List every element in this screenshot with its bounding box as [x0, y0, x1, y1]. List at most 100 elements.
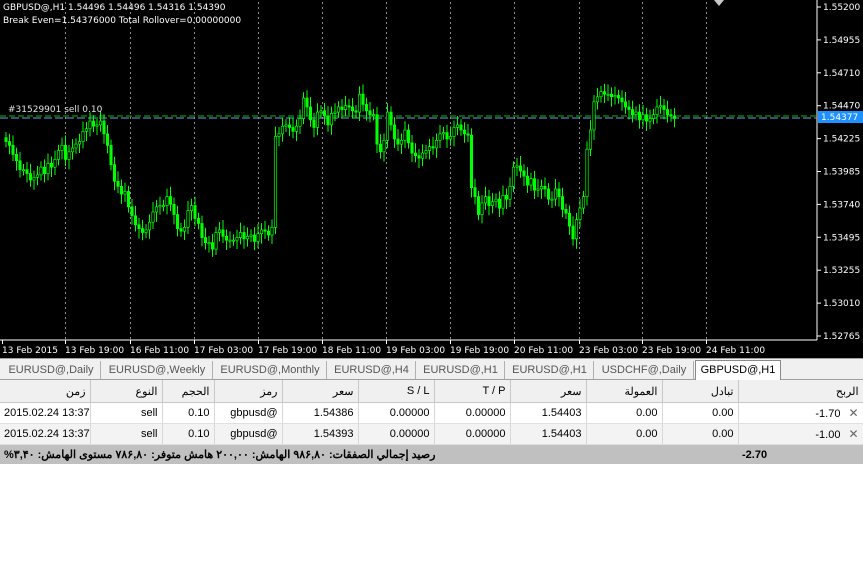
candle-body[interactable] — [119, 186, 124, 195]
candle-body[interactable] — [417, 155, 421, 159]
candle-body[interactable] — [662, 105, 666, 110]
candle-body[interactable] — [305, 97, 309, 108]
candle-body[interactable] — [245, 235, 250, 240]
candle-body[interactable] — [277, 133, 281, 137]
candle-body[interactable] — [91, 120, 96, 127]
candle-body[interactable] — [151, 211, 155, 223]
candle-body[interactable] — [406, 129, 411, 144]
tab-eurusd-h1[interactable]: EURUSD@,H1 — [417, 361, 505, 379]
candle-body[interactable] — [340, 106, 344, 110]
candle-body[interactable] — [280, 125, 285, 135]
candle-body[interactable] — [574, 219, 579, 240]
candle-body[interactable] — [56, 150, 61, 160]
candle-body[interactable] — [368, 110, 372, 116]
chart-shift-marker-icon[interactable] — [714, 0, 724, 6]
candle-body[interactable] — [144, 229, 148, 233]
candle-body[interactable] — [571, 225, 575, 240]
candle-body[interactable] — [315, 111, 320, 128]
candle-body[interactable] — [186, 210, 190, 228]
candle-body[interactable] — [137, 224, 141, 229]
candlestick-chart[interactable]: 13 Feb 2015 13 Feb 19:00 16 Feb 11:00 17 Fe… — [0, 0, 863, 358]
candle-body[interactable] — [473, 187, 477, 197]
candle-body[interactable] — [665, 109, 670, 116]
candle-body[interactable] — [613, 95, 617, 98]
candle-body[interactable] — [627, 106, 631, 110]
candle-body[interactable] — [42, 166, 47, 174]
candle-body[interactable] — [242, 232, 246, 240]
candle-body[interactable] — [161, 205, 166, 207]
candle-body[interactable] — [630, 109, 635, 116]
candle-body[interactable] — [476, 196, 481, 215]
candle-body[interactable] — [382, 139, 386, 153]
candle-body[interactable] — [424, 150, 428, 154]
candle-body[interactable] — [623, 101, 628, 108]
tab-gbpusd-h1[interactable]: GBPUSD@,H1 — [695, 360, 781, 380]
candle-body[interactable] — [497, 198, 502, 209]
candle-body[interactable] — [578, 207, 582, 221]
candle-body[interactable] — [609, 93, 614, 98]
candle-body[interactable] — [637, 111, 642, 121]
candle-body[interactable] — [60, 145, 64, 151]
tab-eurusd-h1-2[interactable]: EURUSD@,H1 — [506, 361, 594, 379]
tab-eurusd-h4[interactable]: EURUSD@,H4 — [328, 361, 416, 379]
candle-body[interactable] — [158, 205, 162, 208]
candle-body[interactable] — [333, 111, 337, 114]
candle-body[interactable] — [291, 127, 295, 132]
candle-body[interactable] — [165, 196, 169, 206]
candle-body[interactable] — [207, 242, 211, 245]
candle-body[interactable] — [133, 215, 138, 226]
candle-body[interactable] — [284, 124, 288, 127]
candle-body[interactable] — [588, 129, 593, 150]
candle-body[interactable] — [350, 106, 355, 112]
candle-body[interactable] — [200, 223, 204, 238]
candle-body[interactable] — [539, 186, 544, 190]
candle-body[interactable] — [413, 152, 418, 156]
candle-body[interactable] — [466, 133, 470, 136]
candle-body[interactable] — [371, 114, 376, 117]
candle-body[interactable] — [567, 212, 572, 227]
candle-body[interactable] — [462, 129, 467, 135]
candle-body[interactable] — [441, 132, 446, 135]
candle-body[interactable] — [602, 91, 607, 95]
candle-body[interactable] — [63, 145, 68, 160]
candle-body[interactable] — [336, 106, 341, 113]
candle-body[interactable] — [319, 110, 323, 113]
candle-body[interactable] — [494, 198, 498, 203]
candle-body[interactable] — [210, 242, 215, 250]
candle-body[interactable] — [298, 118, 302, 127]
candle-body[interactable] — [504, 194, 509, 200]
candle-body[interactable] — [175, 214, 180, 229]
candle-body[interactable] — [53, 159, 57, 168]
candle-body[interactable] — [28, 173, 33, 181]
candle-body[interactable] — [455, 124, 460, 128]
candle-body[interactable] — [193, 205, 197, 219]
candle-body[interactable] — [217, 229, 222, 233]
header-commission[interactable]: العمولة — [586, 380, 663, 403]
header-type[interactable]: النوع — [90, 380, 163, 403]
candle-body[interactable] — [116, 180, 120, 187]
candle-body[interactable] — [172, 203, 176, 215]
candle-body[interactable] — [403, 129, 407, 141]
candle-body[interactable] — [361, 93, 365, 105]
candle-body[interactable] — [427, 146, 432, 151]
candle-body[interactable] — [560, 196, 565, 210]
candle-body[interactable] — [203, 237, 208, 244]
tab-usdchf-daily[interactable]: USDCHF@,Daily — [595, 361, 694, 379]
candle-body[interactable] — [231, 239, 236, 242]
candle-body[interactable] — [263, 229, 267, 232]
candle-body[interactable] — [501, 194, 505, 209]
close-order-icon[interactable]: ✕ — [848, 406, 858, 420]
candle-body[interactable] — [375, 114, 379, 145]
table-row[interactable]: 2015.02.24 13:37:40 sell 0.10 gbpusd@ 1.… — [0, 423, 863, 445]
candle-body[interactable] — [256, 233, 260, 242]
candle-body[interactable] — [357, 93, 362, 113]
candle-body[interactable] — [669, 114, 673, 117]
candle-body[interactable] — [228, 239, 232, 242]
candle-body[interactable] — [14, 154, 19, 162]
candle-body[interactable] — [249, 234, 253, 237]
candle-body[interactable] — [525, 175, 530, 186]
header-swap[interactable]: تبادل — [662, 380, 739, 403]
candle-body[interactable] — [102, 120, 106, 135]
candle-body[interactable] — [396, 138, 400, 145]
candle-body[interactable] — [11, 145, 15, 155]
